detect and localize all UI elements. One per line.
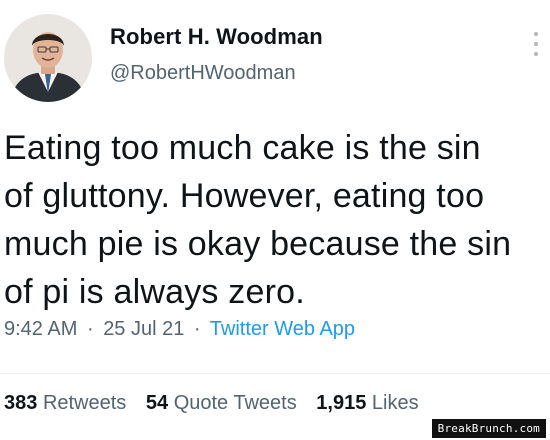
tweet-stats: 383 Retweets 54 Quote Tweets 1,915 Likes bbox=[4, 392, 433, 415]
tweet-text-line: much pie is okay because the sin bbox=[4, 225, 512, 263]
tweet-card: Robert H. Woodman @RobertHWoodman Eating… bbox=[0, 0, 550, 440]
divider bbox=[0, 373, 550, 374]
watermark: BreakBrunch.com bbox=[431, 419, 546, 438]
tweet-text: Eating too much cake is the sin of glutt… bbox=[4, 124, 544, 316]
retweets-stat[interactable]: 383 Retweets bbox=[4, 392, 126, 415]
like-count: 1,915 bbox=[316, 392, 367, 414]
meta-separator: · bbox=[193, 318, 201, 340]
tweet-time[interactable]: 9:42 AM bbox=[4, 318, 77, 340]
tweet-date[interactable]: 25 Jul 21 bbox=[103, 318, 184, 340]
tweet-text-line: Eating too much cake is the sin bbox=[4, 129, 481, 167]
retweet-label: Retweets bbox=[42, 392, 127, 414]
quote-tweets-stat[interactable]: 54 Quote Tweets bbox=[146, 392, 297, 415]
username[interactable]: @RobertHWoodman bbox=[110, 62, 296, 85]
avatar[interactable] bbox=[4, 14, 92, 102]
quote-tweet-count: 54 bbox=[145, 392, 169, 414]
user-avatar-photo bbox=[4, 14, 92, 102]
more-options-button[interactable] bbox=[528, 24, 544, 64]
tweet-source-link[interactable]: Twitter Web App bbox=[210, 318, 355, 340]
display-name[interactable]: Robert H. Woodman bbox=[110, 24, 323, 50]
tweet-metadata: 9:42 AM · 25 Jul 21 · Twitter Web App bbox=[4, 318, 355, 341]
like-label: Likes bbox=[371, 392, 419, 414]
quote-tweet-label: Quote Tweets bbox=[173, 392, 297, 414]
tweet-text-line: of gluttony. However, eating too bbox=[4, 177, 485, 215]
tweet-text-line: of pi is always zero. bbox=[4, 273, 305, 311]
likes-stat[interactable]: 1,915 Likes bbox=[316, 392, 418, 415]
more-vertical-icon bbox=[534, 32, 538, 56]
meta-separator: · bbox=[86, 318, 94, 340]
retweet-count: 383 bbox=[4, 392, 38, 414]
